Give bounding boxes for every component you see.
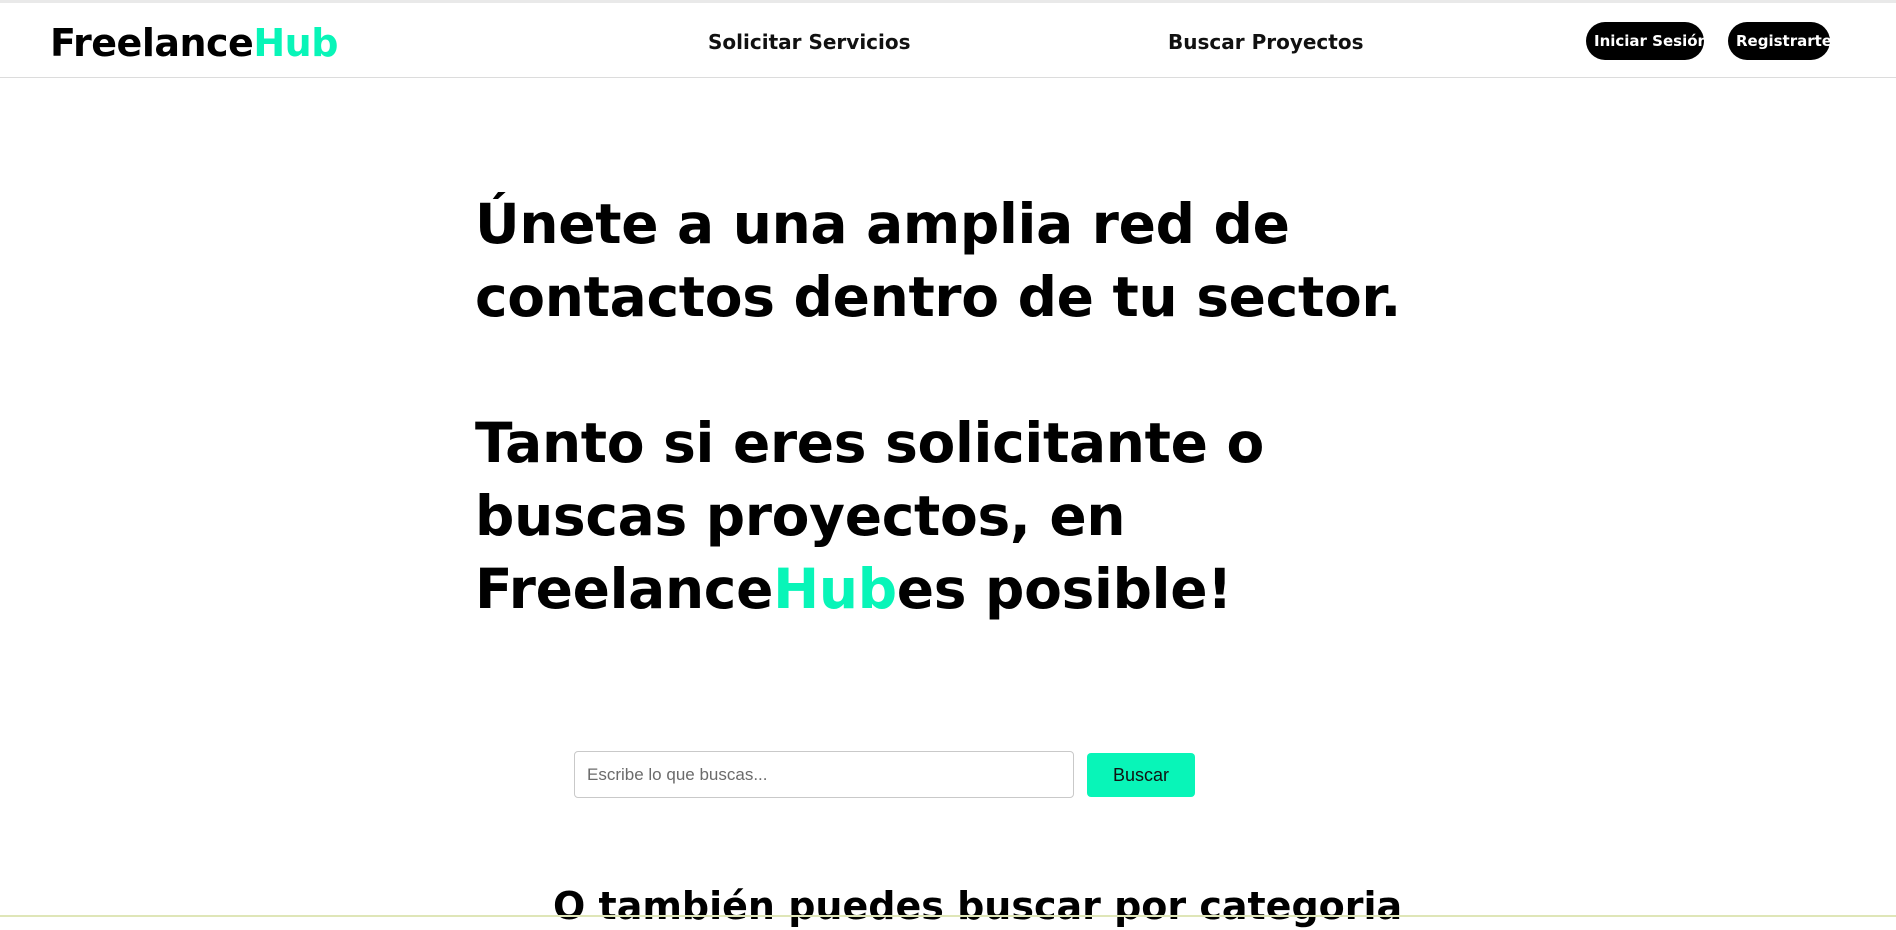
search-input[interactable] bbox=[574, 751, 1074, 798]
nav-link-solicitar-servicios[interactable]: Solicitar Servicios bbox=[708, 28, 911, 56]
search-button[interactable]: Buscar bbox=[1087, 753, 1195, 797]
logo[interactable]: FreelanceHub bbox=[50, 19, 338, 67]
navbar: FreelanceHub Solicitar Servicios Buscar … bbox=[0, 3, 1896, 78]
hero-brand-hub: Hub bbox=[773, 557, 897, 621]
login-button[interactable]: Iniciar Sesión bbox=[1586, 22, 1708, 60]
logo-text-freelance: Freelance bbox=[50, 21, 254, 65]
hero-brand-freelance: Freelance bbox=[475, 557, 774, 621]
logo-text-hub: Hub bbox=[253, 21, 338, 65]
hero-spacer bbox=[475, 334, 1475, 407]
register-button[interactable]: Registrarte bbox=[1728, 22, 1832, 60]
hero-line: buscas proyectos, en bbox=[475, 484, 1126, 548]
hero-brand-suffix: es posible! bbox=[896, 557, 1233, 621]
hero-line: contactos dentro de tu sector. bbox=[475, 265, 1402, 329]
hero-text: Únete a una amplia red de contactos dent… bbox=[475, 188, 1475, 626]
hero-line: Tanto si eres solicitante o bbox=[475, 411, 1264, 475]
hero-line: Únete a una amplia red de bbox=[475, 192, 1290, 256]
nav-link-buscar-proyectos[interactable]: Buscar Proyectos bbox=[1168, 28, 1364, 56]
hero-line-brand: FreelanceHubes posible! bbox=[475, 553, 1475, 626]
category-heading: O también puedes buscar por categoria bbox=[553, 884, 1403, 928]
